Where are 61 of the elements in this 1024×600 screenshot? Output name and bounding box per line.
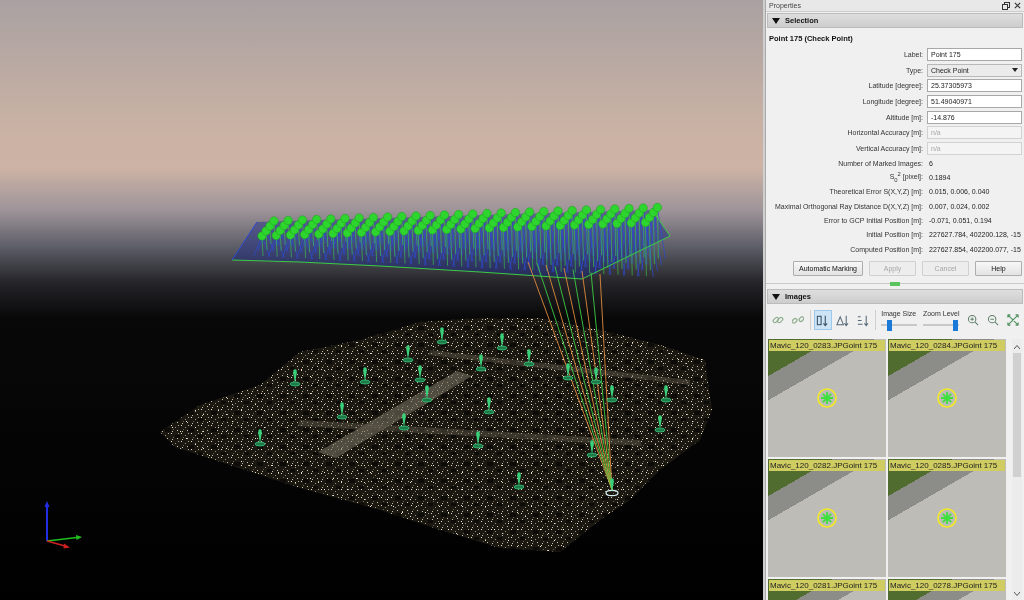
scrollbar-thumb[interactable] bbox=[1013, 353, 1021, 478]
gcp-marker-icon[interactable] bbox=[289, 369, 301, 387]
selected-gcp-marker-icon[interactable] bbox=[605, 478, 619, 497]
gcp-marker-icon[interactable] bbox=[336, 402, 348, 420]
gcp-marker-icon[interactable] bbox=[402, 345, 414, 363]
gcp-marker-icon[interactable] bbox=[475, 354, 487, 372]
gcp-marker-icon[interactable] bbox=[590, 367, 602, 385]
gcp-marker-icon[interactable] bbox=[496, 333, 508, 351]
image-thumbnail[interactable]: Mavic_120_0283.JPGoint 175 bbox=[768, 339, 886, 458]
image-filename: Mavic_120_0278.JPG bbox=[890, 581, 969, 591]
point-name: oint 175 bbox=[848, 341, 878, 351]
slider-thumb[interactable] bbox=[886, 320, 892, 332]
image-filename: Mavic_120_0283.JPG bbox=[770, 341, 849, 351]
target-marker-icon bbox=[817, 508, 837, 529]
gcp-marker-icon[interactable] bbox=[562, 363, 574, 381]
gcp-marker-icon[interactable] bbox=[472, 431, 484, 449]
target-marker-icon bbox=[817, 388, 837, 409]
sort-triangle-icon bbox=[836, 313, 850, 327]
target-marker-icon bbox=[937, 508, 957, 529]
gcp-marker-icon[interactable] bbox=[436, 327, 448, 345]
point-name: oint 175 bbox=[848, 581, 878, 591]
slider-thumb[interactable] bbox=[952, 320, 958, 332]
image-thumbnail[interactable]: Mavic_120_0284.JPGoint 175 bbox=[888, 339, 1006, 458]
zoom-out-icon bbox=[987, 314, 999, 327]
image-filename: Mavic_120_0284.JPG bbox=[890, 341, 969, 351]
gcp-marker-icon[interactable] bbox=[660, 385, 672, 403]
sort-button[interactable] bbox=[814, 310, 832, 331]
image-thumbnail[interactable]: Mavic_120_0278.JPGoint 175 bbox=[888, 579, 1006, 600]
sort-descending-icon bbox=[856, 313, 870, 327]
point-name: oint 175 bbox=[968, 341, 998, 351]
close-icon[interactable] bbox=[1014, 2, 1021, 9]
fit-arrows-icon bbox=[1007, 314, 1019, 327]
point-name: oint 175 bbox=[968, 461, 998, 471]
zoom-in-icon bbox=[967, 314, 979, 327]
image-thumbnail[interactable]: Mavic_120_0282.JPGoint 175 bbox=[768, 459, 886, 578]
gcp-marker-icon[interactable] bbox=[654, 415, 666, 433]
gcp-marker-icon[interactable] bbox=[414, 365, 426, 383]
sort-marked-icon bbox=[816, 313, 830, 327]
broken-chain-icon bbox=[792, 314, 804, 327]
gcp-marker-icon[interactable] bbox=[606, 385, 618, 403]
axis-gizmo-icon bbox=[44, 501, 82, 549]
gcp-marker-icon[interactable] bbox=[398, 413, 410, 431]
point-name: oint 175 bbox=[968, 581, 998, 591]
gcp-marker-icon[interactable] bbox=[586, 440, 598, 458]
gcp-marker-icon[interactable] bbox=[359, 367, 371, 385]
image-filename: Mavic_120_0281.JPG bbox=[770, 581, 849, 591]
gcp-marker-icon[interactable] bbox=[483, 397, 495, 415]
point-name: oint 175 bbox=[848, 461, 878, 471]
gcp-marker-icon[interactable] bbox=[421, 385, 433, 403]
splitter-handle-icon[interactable] bbox=[890, 281, 900, 286]
float-window-icon[interactable] bbox=[1002, 1, 1010, 10]
target-marker-icon bbox=[937, 388, 957, 409]
gcp-marker-icon[interactable] bbox=[523, 349, 535, 367]
gcp-marker-icon[interactable] bbox=[513, 472, 525, 490]
image-filename: Mavic_120_0282.JPG bbox=[770, 461, 849, 471]
image-filename: Mavic_120_0285.JPG bbox=[890, 461, 969, 471]
scrollbar-track[interactable] bbox=[1012, 339, 1022, 600]
image-thumbnail[interactable]: Mavic_120_0281.JPGoint 175 bbox=[768, 579, 886, 600]
gcp-marker-icon[interactable] bbox=[254, 429, 266, 447]
dropdown-caret-icon bbox=[1012, 68, 1018, 73]
image-thumbnail[interactable]: Mavic_120_0285.JPGoint 175 bbox=[888, 459, 1006, 578]
